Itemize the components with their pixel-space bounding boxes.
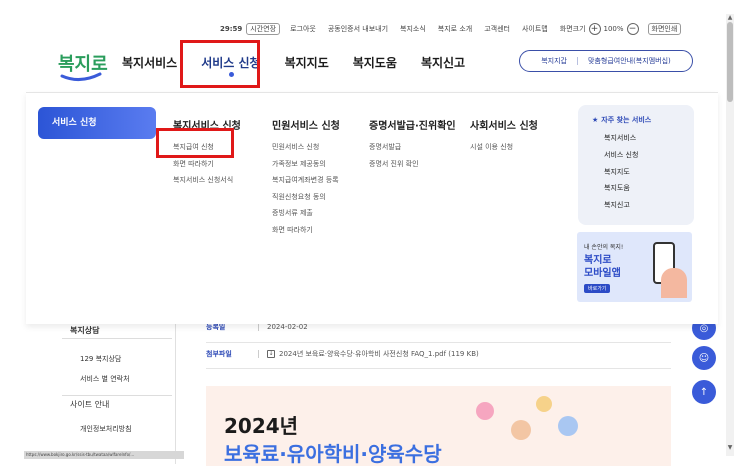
meta-divider-bottom xyxy=(206,368,671,369)
about-link[interactable]: 복지로 소개 xyxy=(438,24,472,34)
header-pill: 복지지갑 맞춤형급여안내(복지멤버십) xyxy=(519,50,693,72)
mega-column-civil-apply: 민원서비스 신청 민원서비스 신청 가족정보 제공동의 복지급여계좌변경 등록 … xyxy=(272,117,340,241)
membership-link[interactable]: 맞춤형급여안내(복지멤버십) xyxy=(588,56,671,66)
scrollbar-thumb[interactable] xyxy=(727,22,733,102)
scroll-top-icon[interactable]: ↑ xyxy=(692,380,716,404)
frequent-item[interactable]: 서비스 신청 xyxy=(592,150,694,167)
zoom-value: 100% xyxy=(603,25,624,33)
mega-column-heading[interactable]: 증명서발급·진위확인 xyxy=(369,117,456,132)
zoom-out-button[interactable]: − xyxy=(626,23,639,35)
mega-category-service-apply[interactable]: 서비스 신청 xyxy=(38,107,156,139)
sidebar-section-site-guide[interactable]: 사이트 안내 xyxy=(62,395,172,413)
gnb-welfare-report[interactable]: 복지신고 xyxy=(421,54,465,76)
scroll-up-icon[interactable]: ▲ xyxy=(726,14,734,22)
attachment-label: 첨부파일 xyxy=(206,350,232,358)
poster-child-figure xyxy=(511,420,531,440)
logout-link[interactable]: 로그아웃 xyxy=(290,24,316,34)
menu-item-family-consent[interactable]: 가족정보 제공동의 xyxy=(272,159,340,176)
banner-subtitle: 모바일앱 xyxy=(584,268,621,279)
sidebar-heading[interactable]: 복지상담 xyxy=(62,323,172,339)
menu-item-forms[interactable]: 복지서비스 신청서식 xyxy=(173,175,241,192)
date-value: 2024-02-02 xyxy=(267,323,308,331)
menu-item-civil-service[interactable]: 민원서비스 신청 xyxy=(272,142,340,159)
mobile-app-banner[interactable]: 내 손안의 복지! 복지로 모바일앱 바로가기 xyxy=(577,232,692,302)
frequent-title-text: 자주 찾는 서비스 xyxy=(601,116,652,124)
gnb-welfare-services[interactable]: 복지서비스 xyxy=(122,54,177,76)
poster-child-figure xyxy=(558,416,578,436)
attachment-divider xyxy=(258,350,259,358)
pill-divider xyxy=(577,57,578,65)
mega-column-heading[interactable]: 사회서비스 신청 xyxy=(470,117,538,132)
cert-export-link[interactable]: 공동인증서 내보내기 xyxy=(328,24,388,34)
gnb-welfare-help[interactable]: 복지도움 xyxy=(353,54,397,76)
gnb-welfare-map[interactable]: 복지지도 xyxy=(285,54,329,76)
highlight-box-gnb xyxy=(180,40,260,88)
frequent-item[interactable]: 복지지도 xyxy=(592,167,694,184)
menu-item-account-change[interactable]: 복지급여계좌변경 등록 xyxy=(272,175,340,192)
banner-tagline: 내 손안의 복지! xyxy=(584,244,624,251)
left-sidebar: 복지상담 129 복지상담 서비스 별 연락처 사이트 안내 개인정보처리방침 xyxy=(62,323,172,439)
mascot-icon[interactable]: ☺ xyxy=(692,346,716,370)
global-nav: 복지서비스 서비스 신청 복지지도 복지도움 복지신고 xyxy=(122,54,489,77)
mega-column-social-service: 사회서비스 신청 시설 이용 신청 xyxy=(470,117,538,159)
site-logo[interactable]: 복지로 xyxy=(56,46,108,86)
star-icon: ★ xyxy=(592,116,599,124)
menu-item-cert-issue[interactable]: 증명서발급 xyxy=(369,142,456,159)
notice-poster-image: 2024년 보육료·유아학비·양육수당 xyxy=(206,386,671,466)
frequent-services-panel: ★ 자주 찾는 서비스 복지서비스 서비스 신청 복지지도 복지도움 복지신고 xyxy=(578,105,694,225)
highlight-box-benefit xyxy=(156,128,234,158)
sidebar-item-privacy[interactable]: 개인정보처리방침 xyxy=(62,419,172,439)
mega-column-certificates: 증명서발급·진위확인 증명서발급 증명서 진위 확인 xyxy=(369,117,456,175)
poster-year: 2024년 xyxy=(224,414,299,438)
date-divider xyxy=(258,323,259,331)
sidebar-item-129[interactable]: 129 복지상담 xyxy=(62,349,172,369)
zoom-label: 화면크기 xyxy=(559,25,586,33)
wallet-link[interactable]: 복지지갑 xyxy=(541,56,567,66)
menu-item-screen-guide-2[interactable]: 화면 따라하기 xyxy=(272,225,340,242)
menu-item-cert-verify[interactable]: 증명서 진위 확인 xyxy=(369,159,456,176)
status-bar-url: https://www.bokjiro.go.kr/ssis-tbu/twata… xyxy=(24,451,184,459)
frequent-item[interactable]: 복지신고 xyxy=(592,200,694,217)
download-icon: ↓ xyxy=(267,350,275,358)
news-link[interactable]: 복지소식 xyxy=(400,24,426,34)
frequent-item[interactable]: 복지서비스 xyxy=(592,133,694,150)
menu-item-staff-request[interactable]: 직원신청요청 동의 xyxy=(272,192,340,209)
menu-item-facility-apply[interactable]: 시설 이용 신청 xyxy=(470,142,538,159)
mega-column-heading[interactable]: 민원서비스 신청 xyxy=(272,117,340,132)
attachment-file-link[interactable]: 2024년 보육료·양육수당·유아학비 사전신청 FAQ_1.pdf (119 … xyxy=(279,349,479,359)
scroll-down-icon[interactable]: ▼ xyxy=(726,444,734,452)
session-timer: 29:59 xyxy=(220,25,243,33)
sidebar-item-contacts[interactable]: 서비스 별 연락처 xyxy=(62,369,172,389)
sitemap-link[interactable]: 사이트맵 xyxy=(522,24,548,34)
frequent-item[interactable]: 복지도움 xyxy=(592,183,694,200)
poster-heart-shape xyxy=(476,402,494,420)
logo-text: 복지로 xyxy=(58,54,108,75)
meta-divider xyxy=(206,342,671,343)
session-extend-button[interactable]: 시간연장 xyxy=(246,23,281,35)
hand-illustration xyxy=(661,268,687,298)
sidebar-divider xyxy=(175,324,176,464)
frequent-title: ★ 자주 찾는 서비스 xyxy=(592,115,694,125)
menu-item-documents[interactable]: 증빙서류 제출 xyxy=(272,208,340,225)
attachment-row: 첨부파일 ↓ 2024년 보육료·양육수당·유아학비 사전신청 FAQ_1.pd… xyxy=(206,349,479,359)
banner-go-button[interactable]: 바로가기 xyxy=(584,284,611,293)
utility-bar: 29:59 시간연장 로그아웃 공동인증서 내보내기 복지소식 복지로 소개 고… xyxy=(220,22,704,36)
print-button[interactable]: 화면인쇄 xyxy=(647,23,682,35)
support-link[interactable]: 고객센터 xyxy=(484,24,510,34)
zoom-in-button[interactable]: + xyxy=(588,23,601,35)
poster-subtitle: 보육료·유아학비·양육수당 xyxy=(224,442,442,466)
poster-child-figure xyxy=(536,396,552,412)
menu-item-screen-guide[interactable]: 화면 따라하기 xyxy=(173,159,241,176)
